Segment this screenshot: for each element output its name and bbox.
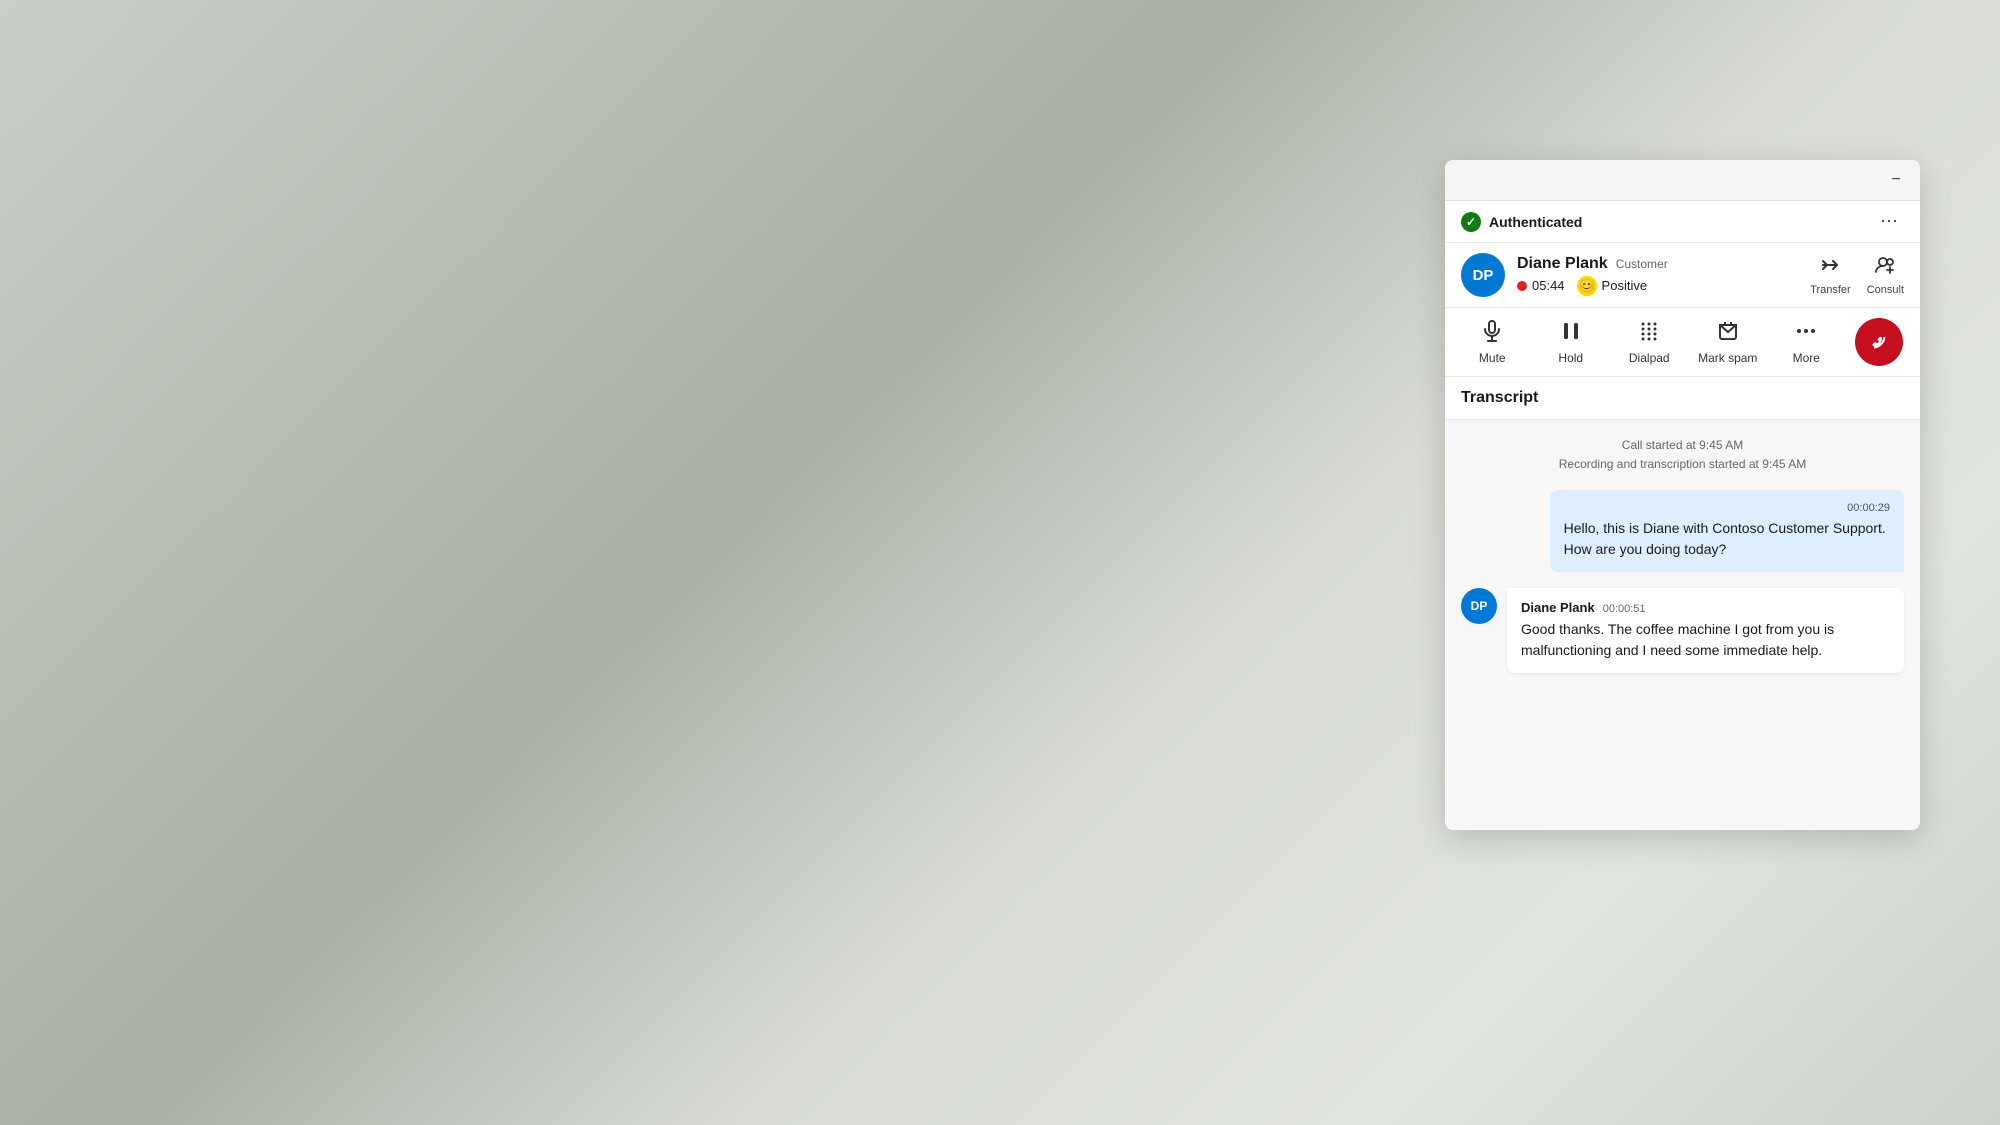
auth-label: Authenticated (1489, 214, 1582, 230)
consult-icon (1874, 254, 1896, 281)
call-started-text: Call started at 9:45 AM (1461, 436, 1904, 455)
customer-message-time: 00:00:51 (1603, 603, 1646, 615)
panel-topbar: − (1445, 160, 1920, 201)
more-button[interactable]: More (1776, 319, 1836, 365)
hold-icon (1559, 319, 1583, 347)
sentiment-icon: 😊 (1577, 276, 1597, 296)
sentiment-status: 😊 Positive (1577, 276, 1648, 296)
call-duration: 05:44 (1517, 278, 1565, 293)
contact-info: Diane Plank Customer 05:44 😊 Positive (1517, 255, 1798, 296)
auth-bar: Authenticated ⋯ (1445, 201, 1920, 243)
agent-message: 00:00:29 Hello, this is Diane with Conto… (1550, 490, 1904, 572)
customer-message-text: Good thanks. The coffee machine I got fr… (1521, 619, 1890, 661)
customer-message-content: Diane Plank 00:00:51 Good thanks. The co… (1507, 588, 1904, 673)
transcript-title: Transcript (1461, 389, 1538, 406)
transfer-button[interactable]: Transfer (1810, 254, 1851, 296)
customer-message-sender: Diane Plank (1521, 600, 1595, 615)
call-panel: − Authenticated ⋯ DP Diane Plank Custome… (1445, 160, 1920, 830)
markspam-icon (1716, 319, 1740, 347)
more-label: More (1793, 351, 1820, 365)
minimize-button[interactable]: − (1884, 168, 1908, 192)
transfer-label: Transfer (1810, 284, 1851, 296)
transfer-icon (1819, 254, 1841, 281)
dialpad-label: Dialpad (1629, 351, 1670, 365)
customer-message-avatar: DP (1461, 588, 1497, 624)
markspam-button[interactable]: Mark spam (1698, 319, 1758, 365)
contact-row: DP Diane Plank Customer 05:44 😊 Positive (1445, 243, 1920, 308)
mute-label: Mute (1479, 351, 1506, 365)
call-toolbar: Mute Hold (1445, 308, 1920, 377)
contact-name: Diane Plank (1517, 255, 1608, 273)
mute-icon (1480, 319, 1504, 347)
contact-actions: Transfer Consult (1810, 254, 1904, 296)
hold-label: Hold (1558, 351, 1583, 365)
contact-avatar: DP (1461, 253, 1505, 297)
contact-role: Customer (1616, 257, 1668, 271)
auth-status: Authenticated (1461, 212, 1582, 232)
consult-label: Consult (1867, 284, 1904, 296)
dialpad-button[interactable]: Dialpad (1619, 319, 1679, 365)
end-call-icon (1858, 321, 1899, 362)
transcript-area[interactable]: Call started at 9:45 AM Recording and tr… (1445, 420, 1920, 830)
recording-started-text: Recording and transcription started at 9… (1461, 455, 1904, 474)
dialpad-icon (1637, 319, 1661, 347)
end-call-button[interactable] (1855, 318, 1903, 366)
agent-message-timestamp: 00:00:29 (1564, 502, 1890, 514)
hold-button[interactable]: Hold (1541, 319, 1601, 365)
consult-button[interactable]: Consult (1867, 254, 1904, 296)
auth-more-button[interactable]: ⋯ (1874, 209, 1904, 234)
auth-dot-icon (1461, 212, 1481, 232)
markspam-label: Mark spam (1698, 351, 1757, 365)
customer-message: DP Diane Plank 00:00:51 Good thanks. The… (1461, 588, 1904, 673)
recording-dot (1517, 281, 1527, 291)
call-info: Call started at 9:45 AM Recording and tr… (1461, 436, 1904, 474)
more-icon (1794, 319, 1818, 347)
transcript-header: Transcript (1445, 377, 1920, 420)
agent-message-text: Hello, this is Diane with Contoso Custom… (1564, 518, 1890, 560)
mute-button[interactable]: Mute (1462, 319, 1522, 365)
